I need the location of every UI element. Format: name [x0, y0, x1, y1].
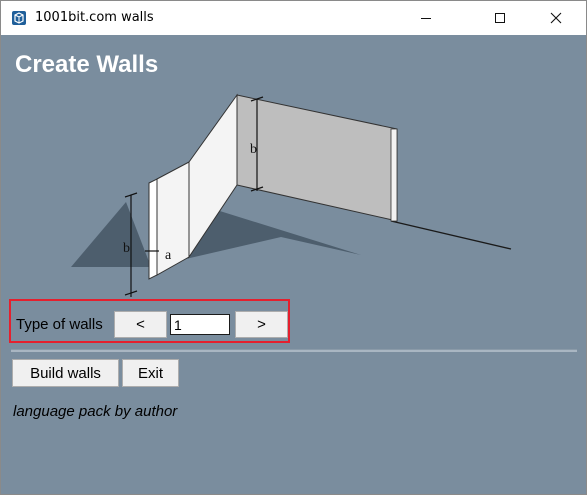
dimension-label-a: a	[165, 248, 172, 263]
next-type-button[interactable]: >	[235, 311, 288, 338]
language-pack-credit: language pack by author	[13, 403, 178, 420]
walls-illustration: b a b	[71, 93, 512, 297]
dimension-label-b-left: b	[123, 241, 130, 256]
app-window: 1001bit.com walls Create Walls b a b Typ…	[0, 0, 587, 495]
window-title: 1001bit.com walls	[35, 10, 154, 25]
divider	[11, 349, 577, 352]
exit-button[interactable]: Exit	[122, 359, 179, 387]
sketchup-cube-icon	[12, 11, 26, 25]
back-wall	[236, 94, 398, 222]
wall-type-input[interactable]	[170, 314, 230, 335]
minimize-button[interactable]	[403, 1, 449, 35]
dimension-label-b-right: b	[250, 142, 257, 157]
close-button[interactable]	[533, 1, 579, 35]
ground-line	[390, 220, 512, 250]
maximize-icon	[495, 13, 505, 23]
wall-segment-2	[156, 161, 190, 276]
page-title: Create Walls	[15, 51, 159, 78]
title-bar[interactable]: 1001bit.com walls	[1, 1, 586, 35]
type-of-walls-label: Type of walls	[16, 316, 103, 333]
minimize-icon	[421, 18, 431, 19]
back-wall-edge	[390, 128, 398, 222]
build-walls-button[interactable]: Build walls	[12, 359, 119, 387]
wall-segment-1	[148, 178, 158, 280]
close-icon	[550, 12, 562, 24]
previous-type-button[interactable]: <	[114, 311, 167, 338]
wall-shadow-left	[71, 202, 151, 267]
maximize-button[interactable]	[477, 1, 523, 35]
dialog-content: Create Walls b a b Type of walls < 1 > B…	[1, 35, 586, 494]
